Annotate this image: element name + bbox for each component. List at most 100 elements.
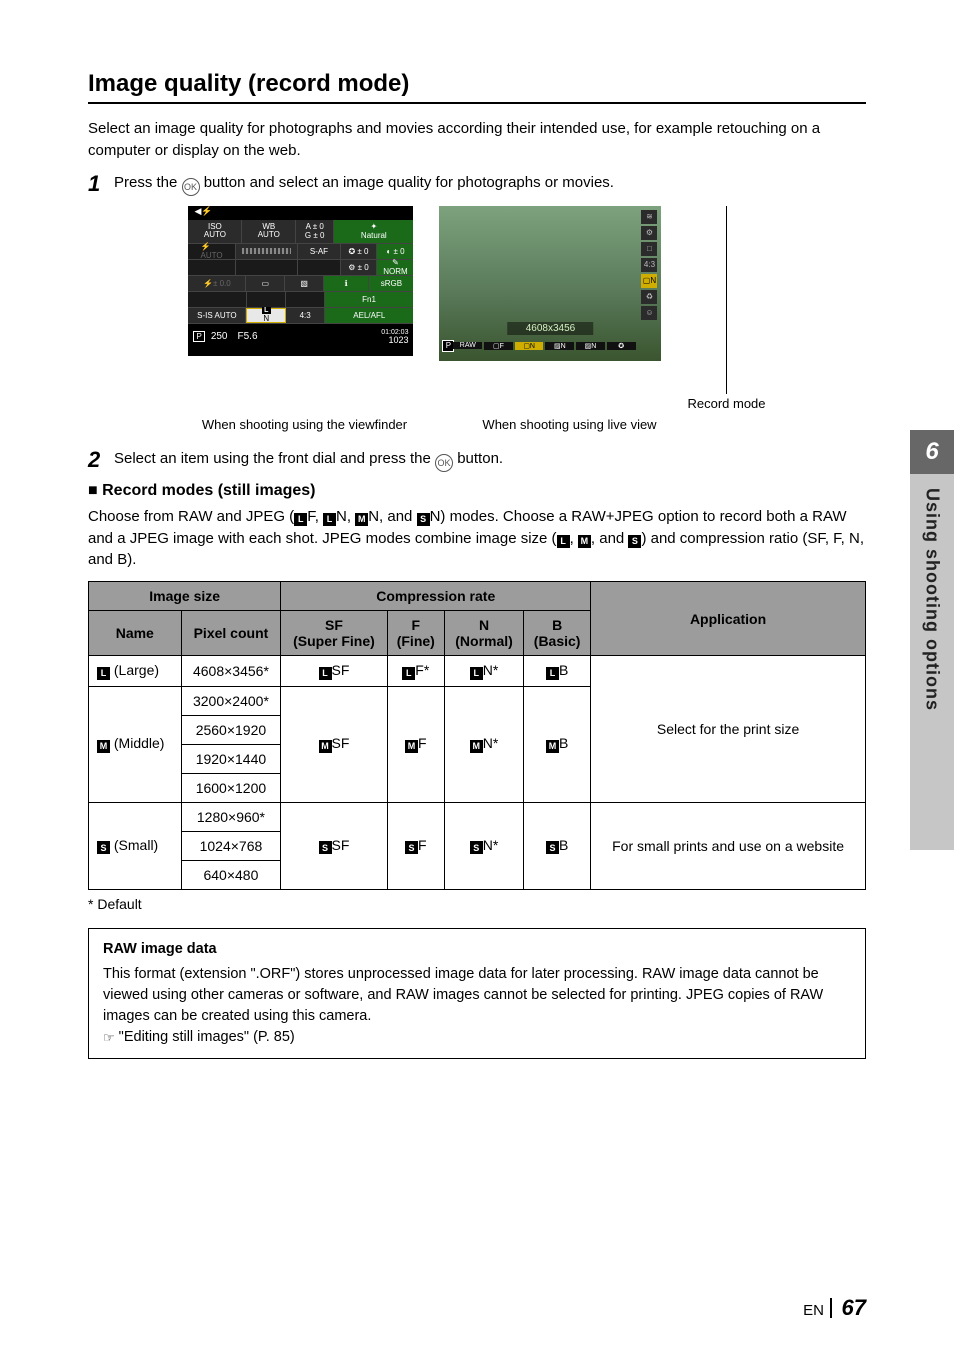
size-icon-m: M <box>355 513 368 526</box>
row-s-px2: 1024×768 <box>181 831 281 860</box>
vf-blank5 <box>247 292 286 307</box>
th-n: N (Normal) <box>444 611 523 656</box>
vf-wb: WB AUTO <box>242 220 296 243</box>
vf-aelafl: AEL/AFL <box>325 308 413 323</box>
step-1: 1 Press the OK button and select an imag… <box>88 172 866 196</box>
lv-resolution-label: 4608x3456 <box>508 322 594 335</box>
page-heading: Image quality (record mode) <box>88 70 866 104</box>
pointer-icon: ☞ <box>103 1029 115 1048</box>
app-print: Select for the print size <box>591 656 866 803</box>
cell-s-b: SB <box>524 802 591 889</box>
cell-l-b: LB <box>524 656 591 687</box>
raw-box-link: "Editing still images" (P. 85) <box>115 1029 295 1045</box>
vf-blank4 <box>188 292 246 307</box>
record-mode-arrow-label: Record mode <box>687 396 765 411</box>
vf-fn1: Fn1 <box>325 292 414 307</box>
lv-chip: ▢F <box>484 342 513 350</box>
intro-paragraph: Select an image quality for photographs … <box>88 118 866 162</box>
size-icon-l: L <box>323 513 336 526</box>
cell-l-sf: LSF <box>281 656 387 687</box>
row-s-px3: 640×480 <box>181 860 281 889</box>
size-icon-l: L <box>557 535 570 548</box>
viewfinder-panel: ◀⚡ ISO AUTO WB AUTO A ± 0G ± 0 ✦ Natural… <box>188 206 413 356</box>
screenshots-row: ◀⚡ ISO AUTO WB AUTO A ± 0G ± 0 ✦ Natural… <box>88 206 866 411</box>
vf-sis: S-IS AUTO <box>188 308 246 323</box>
vf-card: ▧ <box>285 276 324 291</box>
vf-ag: A ± 0G ± 0 <box>296 220 334 243</box>
vf-saf: S-AF <box>298 244 340 259</box>
lv-chip: RAW <box>453 342 482 349</box>
vf-s0: ✪ ± 0 <box>341 244 378 259</box>
step-2: 2 Select an item using the front dial an… <box>88 448 866 472</box>
th-image-size: Image size <box>89 582 281 611</box>
lv-chip: ✪ <box>607 342 636 350</box>
size-icon-m: M <box>578 535 591 548</box>
step-1-text-a: Press the <box>114 174 182 191</box>
record-modes-subhead: ■ Record modes (still images) <box>88 482 866 500</box>
row-m-px3: 1920×1440 <box>181 744 281 773</box>
step-2-text-b: button. <box>457 450 503 467</box>
footer-page-number: 67 <box>842 1295 866 1320</box>
row-small-name: S (Small) <box>89 802 182 889</box>
th-compression: Compression rate <box>281 582 591 611</box>
chapter-title: Using shooting options <box>922 488 943 711</box>
th-sf: SF (Super Fine) <box>281 611 387 656</box>
vf-c0: ◐ ± 0 <box>377 244 413 259</box>
vf-flash-auto: ⚡AUTO <box>188 244 235 259</box>
raw-box-body: This format (extension ".ORF") stores un… <box>103 966 823 1024</box>
liveview-panel: ≋ ⚙ □ 4:3 ▢N ♻ ☺ 4608x3456 P RAW ▢F ▢N ▨… <box>439 206 661 361</box>
vf-norm: ✎NORM <box>377 260 413 275</box>
cell-m-f: MF <box>387 686 444 802</box>
lv-side-icon: □ <box>641 242 657 256</box>
caption-liveview: When shooting using live view <box>457 417 682 434</box>
size-icon-s: S <box>628 535 641 548</box>
row-large-px: 4608×3456* <box>181 656 281 687</box>
cell-m-n: MN* <box>444 686 523 802</box>
cell-s-n: SN* <box>444 802 523 889</box>
step-number-2: 2 <box>88 448 114 472</box>
app-web: For small prints and use on a website <box>591 802 866 889</box>
vf-blank2 <box>236 260 299 275</box>
size-icon-s: S <box>417 513 430 526</box>
lv-side-icon-active: ▢N <box>641 274 657 288</box>
vf-shots: 1023 <box>381 336 408 345</box>
vf-recordmode-cell: L▢NN <box>246 308 286 323</box>
step-number-1: 1 <box>88 172 114 196</box>
lv-side-icons: ≋ ⚙ □ 4:3 ▢N ♻ ☺ <box>639 210 659 357</box>
vf-info: ℹ <box>324 276 369 291</box>
cell-l-n: LN* <box>444 656 523 687</box>
lv-chip: ▨N <box>545 342 574 350</box>
caption-viewfinder: When shooting using the viewfinder <box>192 417 417 434</box>
row-large-name: L (Large) <box>89 656 182 687</box>
lv-chip-active: ▢N <box>515 342 544 350</box>
raw-box-title: RAW image data <box>103 939 851 960</box>
lv-side-icon: ⚙ <box>641 226 657 240</box>
th-name: Name <box>89 611 182 656</box>
row-middle-name: M (Middle) <box>89 686 182 802</box>
vf-iso: ISO AUTO <box>188 220 242 243</box>
ok-icon: OK <box>182 178 200 196</box>
raw-info-box: RAW image data This format (extension ".… <box>88 928 866 1059</box>
lv-chip: ▨N <box>576 342 605 350</box>
vf-fnum: F5.6 <box>238 331 258 342</box>
vf-single: ▭ <box>246 276 285 291</box>
cell-s-f: SF <box>387 802 444 889</box>
cell-s-sf: SSF <box>281 802 387 889</box>
step-2-text-a: Select an item using the front dial and … <box>114 450 435 467</box>
step-1-text-b: button and select an image quality for p… <box>204 174 614 191</box>
cell-l-f: LF* <box>387 656 444 687</box>
vf-shutter: 250 <box>211 331 228 342</box>
record-mode-table: Image size Compression rate Application … <box>88 581 866 890</box>
record-mode-pointer: Record mode <box>687 206 765 411</box>
chapter-number: 6 <box>910 430 954 474</box>
lv-side-icon: ☺ <box>641 306 657 320</box>
vf-mode-p: P <box>193 331 204 342</box>
cell-m-sf: MSF <box>281 686 387 802</box>
th-application: Application <box>591 582 866 656</box>
lv-side-icon: ♻ <box>641 290 657 304</box>
page-footer: EN67 <box>803 1295 866 1321</box>
row-m-px2: 2560×1920 <box>181 715 281 744</box>
vf-flashcomp: ⚡± 0.0 <box>188 276 246 291</box>
row-s-px1: 1280×960* <box>181 802 281 831</box>
vf-meter <box>236 244 299 259</box>
